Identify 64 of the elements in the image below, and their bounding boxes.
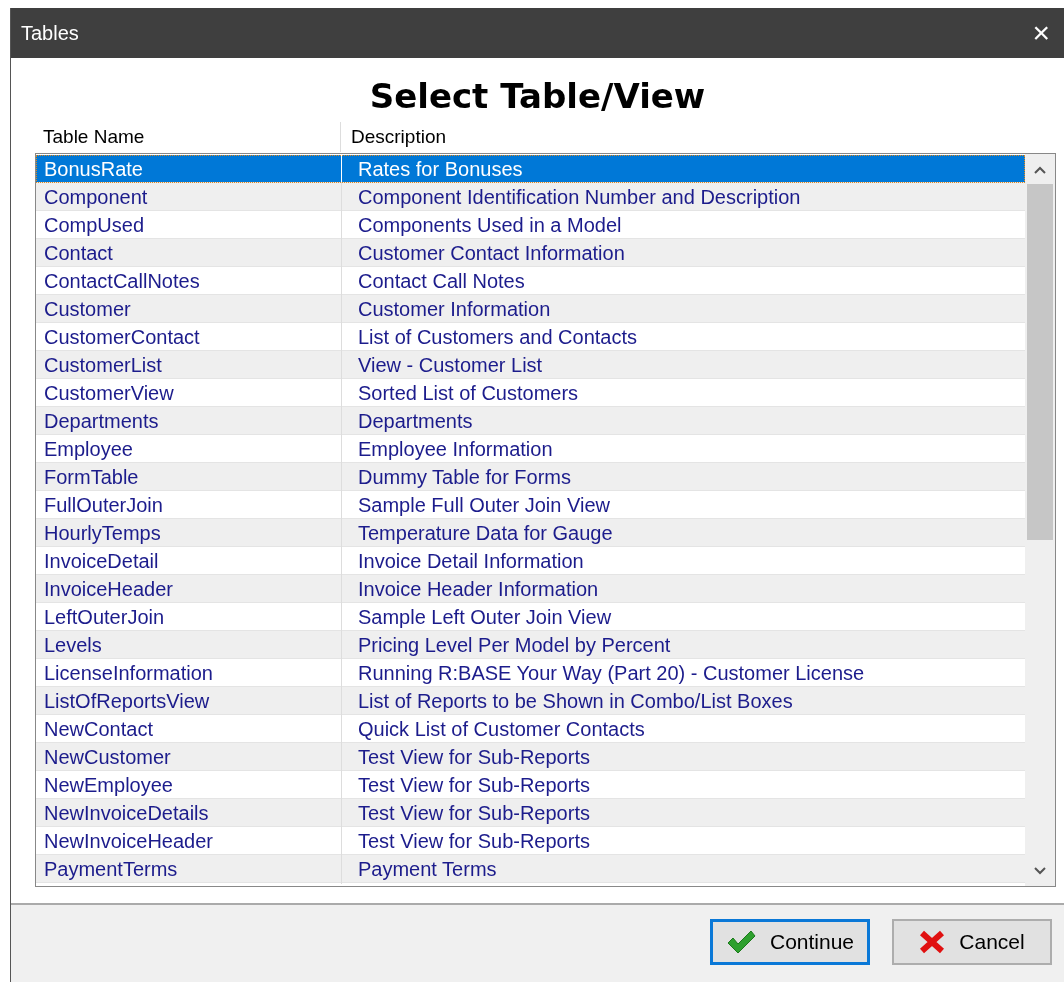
table-row[interactable]: InvoiceDetail Invoice Detail Information [36, 547, 1025, 575]
table-cell-text: List of Customers and Contacts [357, 324, 637, 350]
close-button[interactable]: × [1032, 18, 1050, 48]
table-row[interactable]: LeftOuterJoin Sample Left Outer Join View [36, 603, 1025, 631]
table-cell-text: Pricing Level Per Model by Percent [357, 632, 671, 658]
table-row[interactable]: PaymentTerms Payment Terms [36, 855, 1025, 883]
table-cell-text: Departments [357, 408, 473, 434]
table-row[interactable]: NewCustomer Test View for Sub-Reports [36, 743, 1025, 771]
checkmark-icon [725, 929, 756, 955]
column-header[interactable]: Description [341, 122, 1052, 152]
table-row[interactable]: InvoiceHeader Invoice Header Information [36, 575, 1025, 603]
table-cell-text: Test View for Sub-Reports [357, 744, 590, 770]
table-cell-text: List of Reports to be Shown in Combo/List Boxes [357, 688, 793, 714]
table-row[interactable]: CustomerList View - Customer List [36, 351, 1025, 379]
table-cell-text: Customer Information [357, 296, 551, 322]
table-row[interactable]: Departments Departments [36, 407, 1025, 435]
table-row[interactable]: NewContact Quick List of Customer Contacts [36, 715, 1025, 743]
table-row[interactable]: FormTable Dummy Table for Forms [36, 463, 1025, 491]
vertical-scrollbar[interactable] [1025, 154, 1055, 886]
table-row[interactable]: ContactCallNotes Contact Call Notes [36, 267, 1025, 295]
table-cell-text: Customer Contact Information [357, 240, 625, 266]
table-cell-text: Rates for Bonuses [357, 156, 523, 182]
table-cell-text: Invoice Detail Information [357, 548, 584, 574]
table-row[interactable]: LicenseInformation Running R:BASE Your Way (Part 20) - Customer License [36, 659, 1025, 687]
table-row[interactable]: Employee Employee Information [36, 435, 1025, 463]
table-cell-text: View - Customer List [357, 352, 543, 378]
table-row[interactable]: Customer Customer Information [36, 295, 1025, 323]
table-row[interactable]: CompUsed Components Used in a Model [36, 211, 1025, 239]
scrollbar-thumb[interactable] [1027, 184, 1053, 540]
table-row[interactable]: FullOuterJoin Sample Full Outer Join View [36, 491, 1025, 519]
table-cell: PaymentTerms [36, 853, 342, 884]
continue-button[interactable]: Continue [710, 919, 870, 965]
table-row[interactable]: ListOfReportsView List of Reports to be Shown in Combo/List Boxes [36, 687, 1025, 715]
table-cell-text: Component Identification Number and Description [357, 184, 801, 210]
table-cell-text: Invoice Header Information [357, 576, 599, 602]
table-row[interactable]: Levels Pricing Level Per Model by Percent [36, 631, 1025, 659]
table-cell-text: Running R:BASE Your Way (Part 20) - Customer License [357, 660, 865, 686]
table-cell-text: Sorted List of Customers [357, 380, 579, 406]
table-row[interactable]: NewInvoiceDetails Test View for Sub-Reports [36, 799, 1025, 827]
table-row[interactable]: HourlyTemps Temperature Data for Gauge [36, 519, 1025, 547]
table-cell-text: Employee Information [357, 436, 553, 462]
table-row[interactable]: CustomerView Sorted List of Customers [36, 379, 1025, 407]
table-row[interactable]: Component Component Identification Number and Description [36, 183, 1025, 211]
table-cell-text: Test View for Sub-Reports [357, 828, 590, 854]
table-cell-text: Test View for Sub-Reports [357, 800, 590, 826]
table-cell-text: Sample Left Outer Join View [357, 604, 612, 630]
table-cell-text: Test View for Sub-Reports [357, 772, 590, 798]
window-title: Tables [21, 21, 79, 46]
dialog-heading: Select Table/View [369, 75, 706, 118]
table-row[interactable]: NewInvoiceHeader Test View for Sub-Reports [36, 827, 1025, 855]
column-header[interactable]: Table Name [35, 122, 341, 152]
table-cell-text: Temperature Data for Gauge [357, 520, 613, 546]
cancel-button[interactable]: Cancel [892, 919, 1052, 965]
table-row[interactable]: Contact Customer Contact Information [36, 239, 1025, 267]
close-icon [919, 930, 946, 954]
table-row[interactable]: NewEmployee Test View for Sub-Reports [36, 771, 1025, 799]
table-cell-text: Dummy Table for Forms [357, 464, 571, 490]
table-cell-text: Contact Call Notes [357, 268, 525, 294]
table-row[interactable]: CustomerContact List of Customers and Contacts [36, 323, 1025, 351]
table-cell-text: Payment Terms [357, 856, 497, 882]
table-cell-text: Components Used in a Model [357, 212, 622, 238]
table-row[interactable]: BonusRate Rates for Bonuses [36, 155, 1025, 183]
table-cell-text: Sample Full Outer Join View [357, 492, 610, 518]
table-cell-text: Quick List of Customer Contacts [357, 716, 645, 742]
